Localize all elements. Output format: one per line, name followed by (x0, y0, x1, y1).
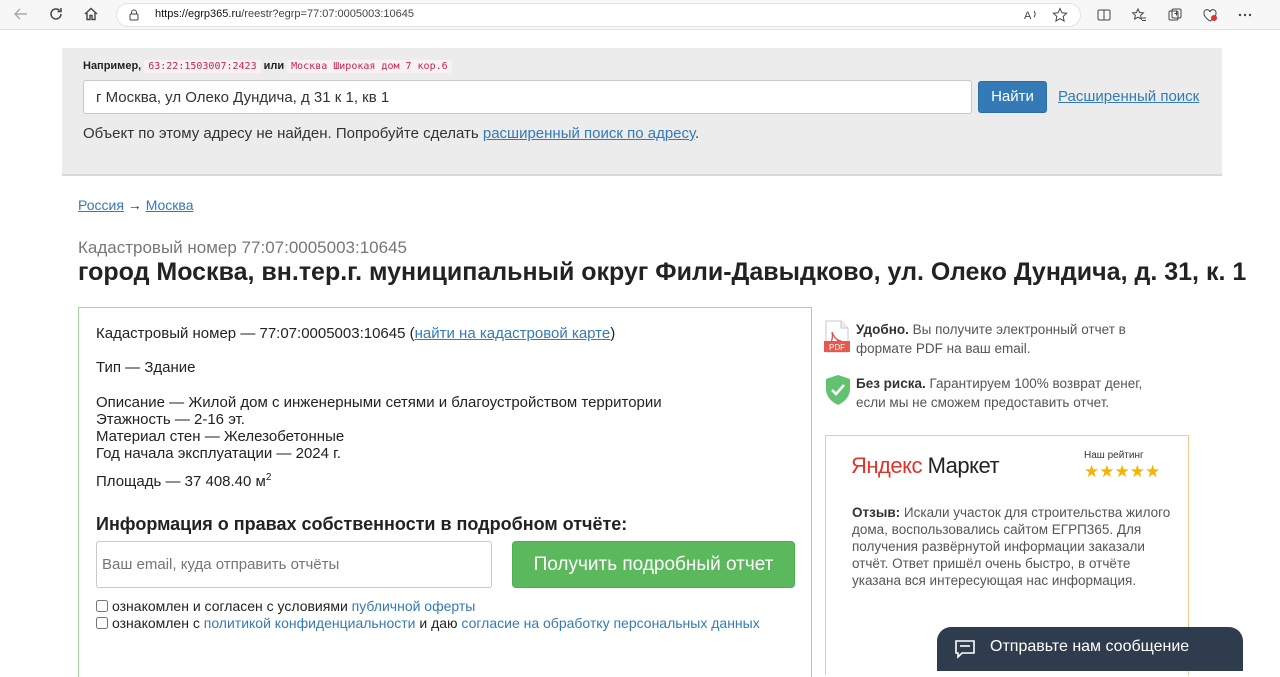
privacy-consent-row: ознакомлен с политикой конфиденциальност… (96, 615, 760, 631)
not-found-message: Объект по этому адресу не найден. Попроб… (83, 125, 700, 142)
breadcrumb-moscow[interactable]: Москва (146, 197, 194, 213)
cadastral-map-link[interactable]: найти на кадастровой карте (415, 325, 611, 342)
feature-pdf: PDF Удобно. Вы получите электронный отче… (824, 320, 1164, 360)
object-type: Тип — Здание (96, 359, 196, 376)
shield-check-icon (824, 374, 852, 411)
address-bar[interactable]: https://egrp365.ru/reestr?egrp=77:07:000… (116, 3, 1081, 27)
home-icon[interactable] (80, 5, 102, 25)
feature-no-risk: Без риска. Гарантируем 100% возврат дене… (824, 374, 1164, 414)
personal-data-consent-link[interactable]: согласие на обработку персональных данны… (461, 615, 759, 631)
collections-icon[interactable] (1165, 5, 1185, 25)
split-screen-icon[interactable] (1094, 5, 1114, 25)
example-cadastral-code: 63:22:1503007:2423 (144, 60, 261, 73)
example-address-code: Москва Широкая дом 7 кор.6 (287, 60, 452, 73)
object-walls: Материал стен — Железобетонные (96, 428, 345, 445)
cadastral-subtitle: Кадастровый номер 77:07:0005003:10645 (78, 238, 408, 257)
rating-stars-icon: ★★★★★ (1084, 462, 1161, 481)
privacy-policy-link[interactable]: политикой конфиденциальности (204, 615, 416, 631)
search-input[interactable] (83, 80, 972, 114)
message-icon (954, 639, 976, 664)
read-aloud-icon[interactable]: A (1021, 5, 1041, 25)
lock-icon[interactable] (127, 8, 141, 27)
object-floors: Этажность — 2-16 эт. (96, 411, 245, 428)
object-year: Год начала эксплуатации — 2024 г. (96, 445, 341, 462)
offer-consent-checkbox[interactable] (96, 600, 108, 612)
get-report-button[interactable]: Получить подробный отчет (512, 541, 795, 588)
privacy-consent-checkbox[interactable] (96, 617, 108, 629)
breadcrumb-russia[interactable]: Россия (78, 197, 124, 213)
breadcrumb: Россия → Москва (78, 197, 194, 213)
search-example: Например, 63:22:1503007:2423 или Москва Шир… (83, 60, 455, 73)
yandex-market-logo: Яндекс Маркет (851, 453, 1000, 478)
offer-consent-row: ознакомлен и согласен с условиями публич… (96, 598, 475, 614)
rights-title: Информация о правах собственности в подр… (96, 514, 628, 534)
email-input[interactable] (96, 541, 492, 588)
pdf-icon-label: PDF (829, 343, 845, 352)
rating-label: Наш рейтинг (1084, 450, 1144, 461)
find-button[interactable]: Найти (978, 81, 1047, 113)
object-area: Площадь — 37 408.40 м2 (96, 472, 272, 490)
cadastral-line: Кадастровый номер — 77:07:0005003:10645 … (96, 325, 616, 342)
object-description: Описание — Жилой дом с инженерными сетям… (96, 394, 662, 411)
advanced-search-link[interactable]: Расширенный поиск (1058, 88, 1199, 105)
back-icon[interactable] (10, 5, 32, 25)
object-info-box: Кадастровый номер — 77:07:0005003:10645 … (78, 307, 812, 677)
extension-icon[interactable] (1200, 5, 1220, 25)
browser-toolbar: https://egrp365.ru/reestr?egrp=77:07:000… (0, 0, 1280, 30)
chat-widget-button[interactable]: Отправьте нам сообщение (937, 627, 1243, 671)
public-offer-link[interactable]: публичной оферты (352, 598, 476, 614)
chat-label: Отправьте нам сообщение (990, 638, 1190, 655)
page-title: город Москва, вн.тер.г. муниципальный ок… (78, 258, 1247, 286)
more-menu-icon[interactable] (1235, 5, 1255, 25)
search-panel: Например, 63:22:1503007:2423 или Москва Шир… (62, 48, 1222, 176)
review-text: Отзыв: Искали участок для строительства … (852, 505, 1171, 588)
svg-text:A: A (1024, 10, 1032, 22)
favorite-star-icon[interactable] (1050, 5, 1070, 25)
reload-icon[interactable] (45, 5, 67, 25)
favorites-icon[interactable] (1129, 5, 1149, 25)
url-text: https://egrp365.ru/reestr?egrp=77:07:000… (155, 8, 415, 20)
advanced-address-search-link[interactable]: расширенный поиск по адресу (483, 125, 695, 142)
pdf-file-icon: PDF (824, 320, 850, 359)
